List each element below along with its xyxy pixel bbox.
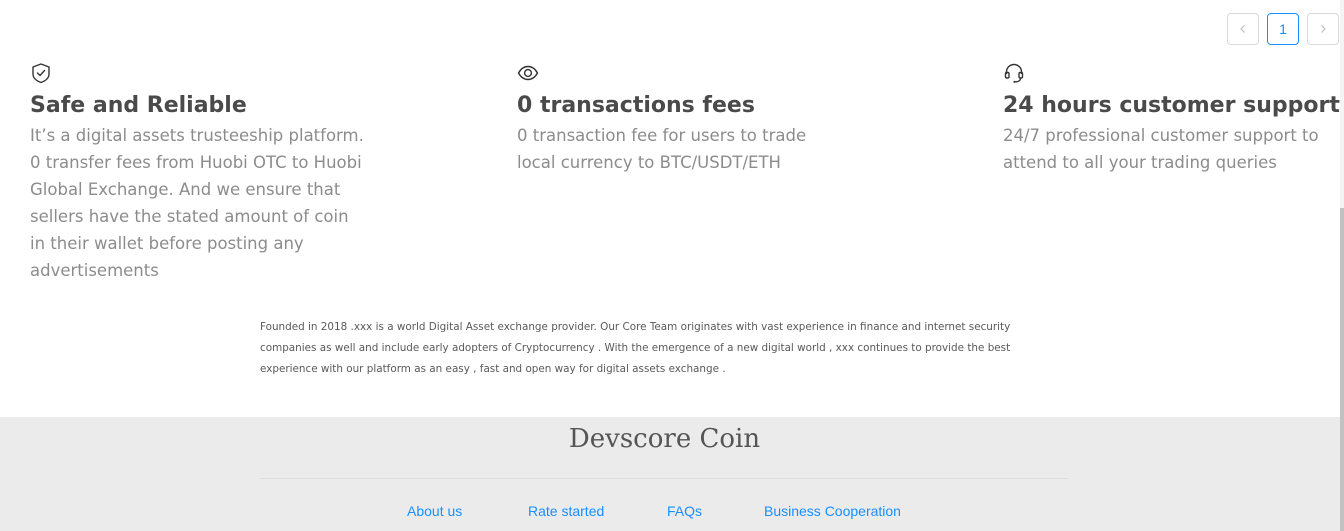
headset-icon	[1003, 62, 1025, 84]
prev-page-button[interactable]	[1227, 13, 1259, 45]
chevron-right-icon	[1321, 25, 1326, 33]
footer: Devscore Coin About us Rate started FAQs…	[0, 417, 1340, 531]
footer-link-business-cooperation[interactable]: Business Cooperation	[764, 502, 901, 520]
footer-link-rate-started[interactable]: Rate started	[528, 502, 604, 520]
feature-title: Safe and Reliable	[30, 93, 247, 118]
page: 1 Safe and Reliable It’s a digital asset…	[0, 0, 1344, 531]
footer-brand: Devscore Coin	[568, 424, 761, 454]
feature-description: 24/7 professional customer support to at…	[1003, 126, 1319, 172]
about-text: Founded in 2018 .xxx is a world Digital …	[260, 321, 1011, 375]
feature-description: It’s a digital assets trusteeship platfo…	[30, 126, 364, 280]
vertical-scrollbar[interactable]	[1340, 0, 1344, 531]
chevron-left-icon	[1240, 25, 1245, 33]
footer-divider	[260, 478, 1068, 479]
footer-link-about-us[interactable]: About us	[407, 502, 462, 520]
shield-check-icon	[30, 62, 52, 84]
feature-customer-support: 24 hours customer support 24/7 professio…	[1003, 62, 1340, 176]
feature-transaction-fees: 0 transactions fees 0 transaction fee fo…	[517, 62, 847, 176]
scrollbar-thumb[interactable]	[1340, 208, 1344, 531]
feature-safe-reliable: Safe and Reliable It’s a digital assets …	[30, 62, 365, 284]
footer-link-faqs[interactable]: FAQs	[667, 502, 702, 520]
pagination: 1	[1227, 13, 1339, 45]
feature-title: 24 hours customer support	[1003, 93, 1340, 118]
eye-icon	[517, 62, 539, 84]
page-number-button[interactable]: 1	[1267, 13, 1299, 45]
next-page-button[interactable]	[1307, 13, 1339, 45]
feature-description: 0 transaction fee for users to trade loc…	[517, 126, 807, 172]
feature-title: 0 transactions fees	[517, 93, 755, 118]
